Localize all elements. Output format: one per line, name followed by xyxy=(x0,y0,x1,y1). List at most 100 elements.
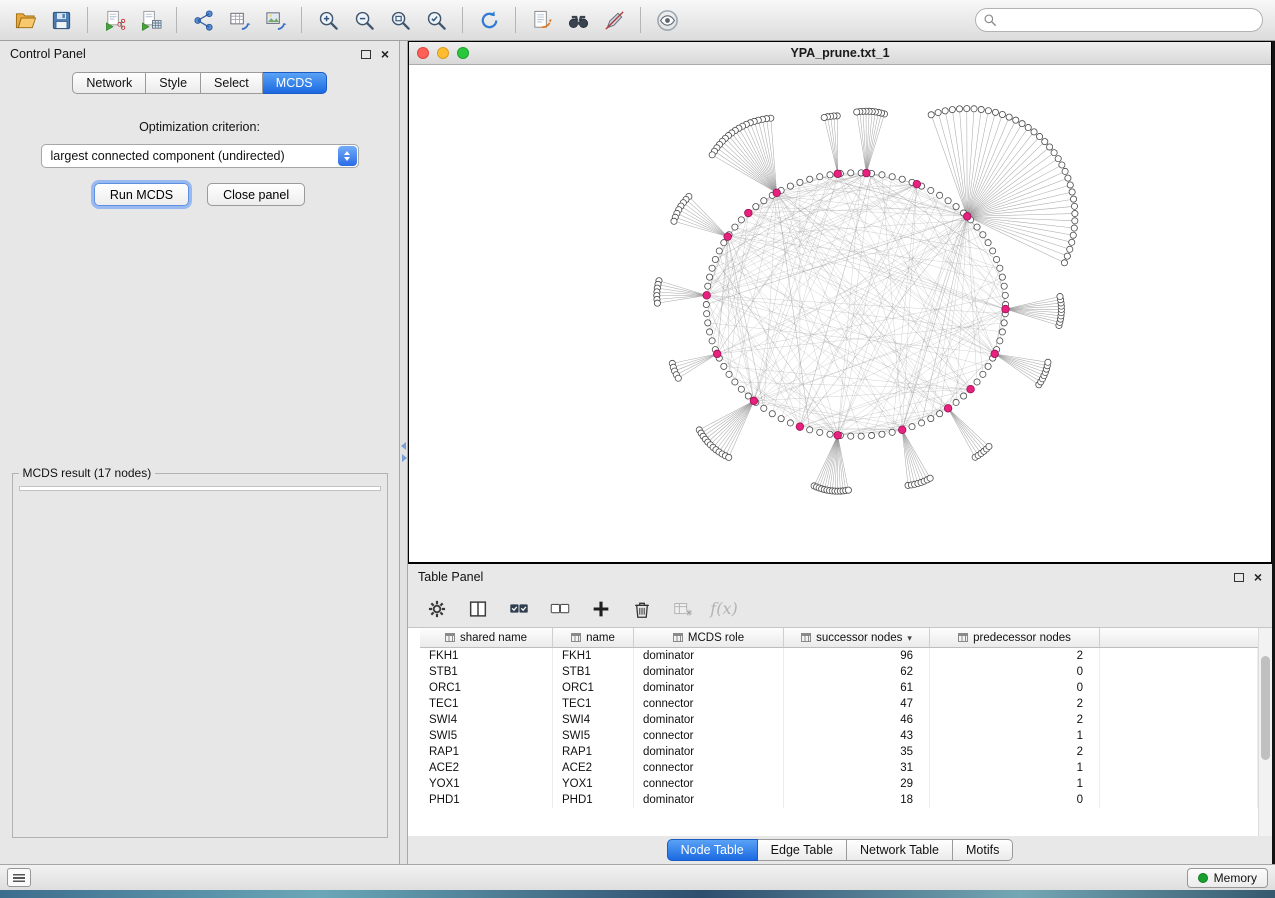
cell-predecessor-nodes: 0 xyxy=(930,792,1100,808)
zoom-in-button[interactable] xyxy=(311,5,345,35)
criterion-dropdown[interactable]: largest connected component (undirected) xyxy=(41,144,359,168)
column-grid-icon xyxy=(673,633,683,642)
cell-successor-nodes: 31 xyxy=(784,760,930,776)
cell-mcds-role: dominator xyxy=(634,792,784,808)
table-scrollbar-thumb[interactable] xyxy=(1261,656,1270,760)
zoom-in-icon xyxy=(317,9,340,32)
table-settings-button[interactable] xyxy=(424,596,450,622)
close-panel-button[interactable]: Close panel xyxy=(207,183,305,206)
zoom-fit-button[interactable] xyxy=(383,5,417,35)
tab-select[interactable]: Select xyxy=(201,72,263,94)
table-scrollbar[interactable] xyxy=(1258,628,1272,836)
mcds-result-item[interactable]: PHD1 xyxy=(27,490,380,491)
annotation-pen-button[interactable] xyxy=(597,5,631,35)
desktop-wallpaper xyxy=(0,890,1275,898)
close-window-icon[interactable] xyxy=(417,47,429,59)
tab-node-table[interactable]: Node Table xyxy=(667,839,758,861)
save-session-button[interactable] xyxy=(44,5,78,35)
cytoscape-app: Control Panel × NetworkStyleSelectMCDS O… xyxy=(0,0,1275,898)
search-input[interactable] xyxy=(975,8,1263,32)
network-graph[interactable] xyxy=(409,65,1271,562)
export-document-icon xyxy=(531,9,554,32)
zoom-selected-button[interactable] xyxy=(419,5,453,35)
maximize-window-icon[interactable] xyxy=(457,47,469,59)
table-row[interactable]: PHD1PHD1dominator180 xyxy=(420,792,1258,808)
table-row[interactable]: RAP1RAP1dominator352 xyxy=(420,744,1258,760)
import-network-file-button[interactable] xyxy=(97,5,131,35)
tab-network[interactable]: Network xyxy=(72,72,146,94)
column-header-name[interactable]: name xyxy=(553,628,634,648)
panel-splitter[interactable] xyxy=(400,41,408,864)
open-file-button[interactable] xyxy=(8,5,42,35)
refresh-view-button[interactable] xyxy=(472,5,506,35)
select-all-icon xyxy=(508,598,530,620)
select-all-button[interactable] xyxy=(506,596,532,622)
table-row[interactable]: SWI4SWI4dominator462 xyxy=(420,712,1258,728)
tab-motifs[interactable]: Motifs xyxy=(953,839,1013,861)
column-header-predecessor-nodes[interactable]: predecessor nodes xyxy=(930,628,1100,648)
zoom-out-button[interactable] xyxy=(347,5,381,35)
float-table-panel-icon[interactable] xyxy=(1234,573,1244,582)
tab-network-table[interactable]: Network Table xyxy=(847,839,953,861)
function-builder-button[interactable]: f(x) xyxy=(711,596,737,622)
table-row[interactable]: STB1STB1dominator620 xyxy=(420,664,1258,680)
cell-successor-nodes: 47 xyxy=(784,696,930,712)
status-menu-button[interactable] xyxy=(7,868,31,887)
tab-mcds[interactable]: MCDS xyxy=(263,72,327,94)
import-table-file-button[interactable] xyxy=(133,5,167,35)
cell-mcds-role: dominator xyxy=(634,648,784,664)
optimization-criterion-label: Optimization criterion: xyxy=(139,120,260,134)
mcds-result-list[interactable]: PHD1CAR1STP4TID3YOX1SWI4SRD1PMA2FKH1ACE2… xyxy=(19,486,381,491)
add-row-button[interactable] xyxy=(588,596,614,622)
export-document-button[interactable] xyxy=(525,5,559,35)
window-traffic-lights xyxy=(417,47,469,59)
column-label: shared name xyxy=(460,632,527,644)
column-header-successor-nodes[interactable]: successor nodes▾ xyxy=(784,628,930,648)
network-canvas[interactable] xyxy=(409,65,1271,562)
column-header-mcds-role[interactable]: MCDS role xyxy=(634,628,784,648)
memory-button[interactable]: Memory xyxy=(1187,868,1268,888)
table-row[interactable]: YOX1YOX1connector291 xyxy=(420,776,1258,792)
collapse-panel-icon[interactable] xyxy=(401,442,406,450)
new-network-icon xyxy=(192,9,215,32)
run-mcds-button[interactable]: Run MCDS xyxy=(94,183,189,206)
cell-filler xyxy=(1100,680,1258,696)
tab-style[interactable]: Style xyxy=(146,72,201,94)
menu-icon xyxy=(13,874,25,882)
close-panel-icon[interactable]: × xyxy=(381,47,389,61)
show-graphics-details-icon xyxy=(656,9,679,32)
tab-edge-table[interactable]: Edge Table xyxy=(758,839,847,861)
export-image-button[interactable] xyxy=(258,5,292,35)
show-columns-button[interactable] xyxy=(465,596,491,622)
table-row[interactable]: TEC1TEC1connector472 xyxy=(420,696,1258,712)
expand-panel-icon[interactable] xyxy=(402,454,407,462)
unselect-all-button[interactable] xyxy=(547,596,573,622)
column-label: predecessor nodes xyxy=(973,632,1071,644)
network-window-titlebar[interactable]: YPA_prune.txt_1 xyxy=(409,42,1271,65)
table-row[interactable]: ACE2ACE2connector311 xyxy=(420,760,1258,776)
control-panel-title: Control Panel xyxy=(10,47,361,61)
new-network-button[interactable] xyxy=(186,5,220,35)
table-row[interactable]: SWI5SWI5connector431 xyxy=(420,728,1258,744)
new-network-table-button[interactable] xyxy=(222,5,256,35)
cell-shared-name: TEC1 xyxy=(420,696,553,712)
destroy-table-button[interactable] xyxy=(670,596,696,622)
show-graphics-details-button[interactable] xyxy=(650,5,684,35)
cell-mcds-role: connector xyxy=(634,696,784,712)
search-binoculars-button[interactable] xyxy=(561,5,595,35)
cell-predecessor-nodes: 1 xyxy=(930,776,1100,792)
main-area: Control Panel × NetworkStyleSelectMCDS O… xyxy=(0,41,1275,864)
delete-rows-button[interactable] xyxy=(629,596,655,622)
table-row[interactable]: ORC1ORC1dominator610 xyxy=(420,680,1258,696)
table-row[interactable]: FKH1FKH1dominator962 xyxy=(420,648,1258,664)
cell-successor-nodes: 62 xyxy=(784,664,930,680)
table-settings-icon xyxy=(426,598,448,620)
column-header-shared-name[interactable]: shared name xyxy=(420,628,553,648)
close-table-panel-icon[interactable]: × xyxy=(1254,570,1262,584)
new-network-table-icon xyxy=(228,9,251,32)
mcds-result-box: MCDS result (17 nodes) PHD1CAR1STP4TID3Y… xyxy=(12,466,388,838)
minimize-window-icon[interactable] xyxy=(437,47,449,59)
cell-mcds-role: connector xyxy=(634,776,784,792)
float-panel-icon[interactable] xyxy=(361,50,371,59)
table-header-row: shared name nameMCDS rolesuccessor nodes▾… xyxy=(420,628,1258,648)
